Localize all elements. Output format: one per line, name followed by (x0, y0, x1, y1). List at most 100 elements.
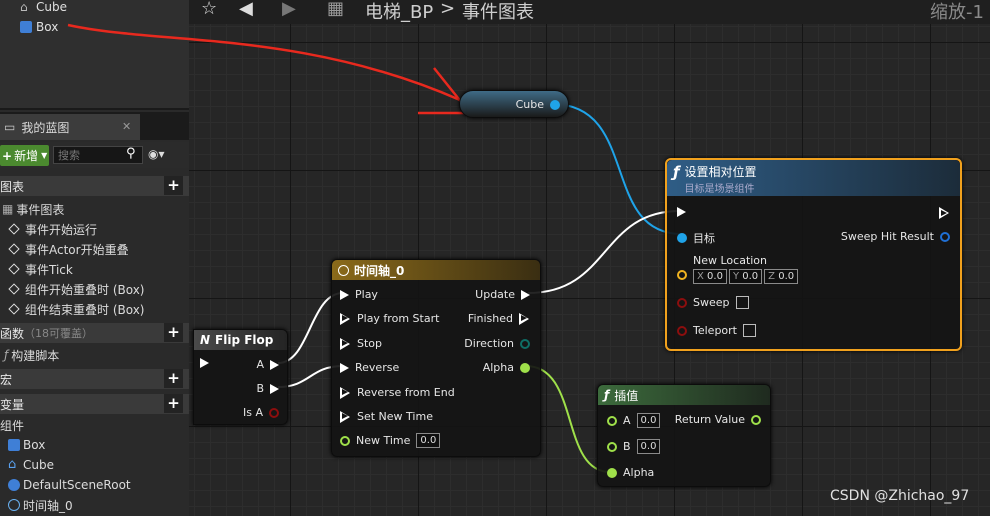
lerp-node[interactable]: ƒ 插值 A 0.0 B 0.0 Alpha Return Value (597, 384, 771, 487)
star-icon[interactable]: ☆ (201, 0, 217, 20)
construction-script-item[interactable]: ƒ 构建脚本 (0, 345, 59, 365)
set-relative-location-node[interactable]: ƒ 设置相对位置 目标是场景组件 目标 Sweep Hit Result New… (665, 158, 962, 351)
add-function-plus-icon[interactable]: + (164, 323, 183, 342)
b-field[interactable]: 0.0 (636, 439, 661, 454)
bool-pin[interactable] (677, 325, 687, 336)
exec-in-pin[interactable] (340, 337, 351, 350)
eye-visibility-icon[interactable]: ◉▾ (148, 147, 165, 161)
add-graph-plus-icon[interactable]: + (164, 176, 183, 195)
vector-fields: X 0.0 Y 0.0 Z 0.0 (693, 269, 799, 284)
event-diamond-icon (8, 263, 20, 275)
section-macros[interactable]: 宏 + (0, 369, 189, 389)
x-field[interactable]: X 0.0 (693, 269, 727, 284)
exec-in-pin[interactable] (677, 207, 686, 217)
node-header: ƒ 插值 (598, 385, 770, 405)
exec-in-row (200, 358, 209, 368)
outliner-item-label: Box (36, 20, 59, 34)
float-pin[interactable] (340, 435, 350, 446)
chevron-down-icon: ▼ (41, 151, 48, 160)
event-item[interactable]: 事件Tick (0, 259, 73, 279)
exec-in-pin[interactable] (340, 289, 349, 300)
exec-in-pin[interactable] (200, 358, 209, 368)
float-pin[interactable] (520, 362, 530, 373)
play-from-start-row: Play from Start (340, 312, 439, 325)
section-variables[interactable]: 变量 + (0, 394, 189, 414)
forward-arrow-icon[interactable]: ▶ (282, 0, 296, 20)
z-value: 0.0 (778, 271, 795, 282)
exec-in-pin[interactable] (340, 386, 351, 399)
y-field[interactable]: Y 0.0 (728, 269, 763, 284)
a-row: A (256, 358, 279, 371)
close-icon[interactable]: ✕ (122, 120, 131, 133)
event-item[interactable]: 事件Actor开始重叠 (0, 239, 129, 259)
is-a-label: Is A (243, 406, 263, 419)
struct-pin[interactable] (940, 231, 950, 242)
reverse-from-end-label: Reverse from End (357, 386, 455, 399)
exec-out-pin[interactable] (270, 359, 279, 370)
cube-var-label: Cube (515, 98, 544, 111)
bool-pin[interactable] (677, 297, 687, 308)
z-field[interactable]: Z 0.0 (764, 269, 799, 284)
exec-out-pin[interactable] (519, 312, 530, 325)
outliner-item-cube[interactable]: ⌂ Cube (20, 0, 67, 16)
breadcrumb-graph[interactable]: 事件图表 (462, 0, 534, 24)
add-new-button[interactable]: + 新增 ▼ (0, 145, 49, 166)
construction-script-label: 构建脚本 (11, 348, 60, 363)
component-item-timeline[interactable]: 时间轴_0 (8, 495, 73, 515)
search-icon[interactable]: ⚲ (126, 146, 136, 161)
node-title: 时间轴_0 (354, 263, 405, 278)
new-time-field[interactable]: 0.0 (416, 433, 441, 448)
section-functions[interactable]: 函数 （18可覆盖） + (0, 323, 189, 343)
float-pin[interactable] (607, 441, 617, 452)
section-title: 变量 (0, 397, 25, 412)
float-pin[interactable] (607, 415, 617, 426)
cube-variable-node[interactable]: Cube (459, 90, 569, 118)
add-macro-plus-icon[interactable]: + (164, 369, 183, 388)
component-item-box[interactable]: Box (8, 435, 45, 455)
component-label: Cube (23, 458, 54, 472)
tab-my-blueprint[interactable]: ▭ 我的蓝图 ✕ (0, 114, 140, 140)
z-label: Z (768, 271, 776, 282)
back-arrow-icon[interactable]: ◀ (239, 0, 253, 20)
event-graph-item[interactable]: ▦ 事件图表 (0, 199, 64, 219)
exec-out-pin[interactable] (521, 289, 530, 300)
exec-in-row (677, 207, 686, 217)
target-label: 目标 (693, 232, 715, 245)
b-label: B (623, 440, 631, 453)
float-pin[interactable] (607, 467, 617, 478)
component-item-cube[interactable]: ⌂ Cube (8, 455, 54, 475)
event-item[interactable]: 组件结束重叠时 (Box) (0, 299, 145, 319)
enum-pin[interactable] (520, 338, 530, 349)
event-item[interactable]: 事件开始运行 (0, 219, 97, 239)
teleport-checkbox[interactable] (743, 324, 756, 337)
exec-in-pin[interactable] (340, 312, 351, 325)
component-item-defaultsceneroot[interactable]: DefaultSceneRoot (8, 475, 131, 495)
vector-pin[interactable] (677, 270, 687, 280)
object-pin[interactable] (550, 99, 560, 110)
components-outliner: ⌂ Cube Box (0, 0, 189, 110)
timeline-node[interactable]: 时间轴_0 Play Play from Start Stop Reverse … (331, 259, 541, 457)
y-label: Y (732, 271, 740, 282)
breadcrumb-blueprint[interactable]: 电梯_BP (365, 0, 433, 24)
a-field[interactable]: 0.0 (636, 413, 661, 428)
object-pin[interactable] (677, 233, 687, 243)
event-item[interactable]: 组件开始重叠时 (Box) (0, 279, 145, 299)
add-variable-plus-icon[interactable]: + (164, 394, 183, 413)
section-graphs[interactable]: 图表 + (0, 176, 189, 196)
x-value: 0.0 (707, 271, 723, 282)
components-category[interactable]: 组件 (0, 415, 24, 435)
float-pin[interactable] (751, 414, 761, 425)
sweep-label: Sweep (693, 296, 730, 309)
flipflop-node[interactable]: N Flip Flop A B Is A (193, 329, 288, 425)
return-value-label: Return Value (674, 413, 745, 426)
exec-in-pin[interactable] (340, 410, 351, 423)
exec-out-pin[interactable] (270, 383, 279, 394)
outliner-item-box[interactable]: Box (20, 18, 58, 36)
sweep-checkbox[interactable] (735, 296, 749, 309)
set-new-time-label: Set New Time (357, 410, 433, 423)
exec-out-pin[interactable] (939, 207, 950, 219)
y-value: 0.0 (742, 271, 759, 282)
exec-in-pin[interactable] (340, 362, 349, 373)
event-label: 事件Tick (25, 262, 73, 277)
bool-pin[interactable] (269, 407, 279, 418)
